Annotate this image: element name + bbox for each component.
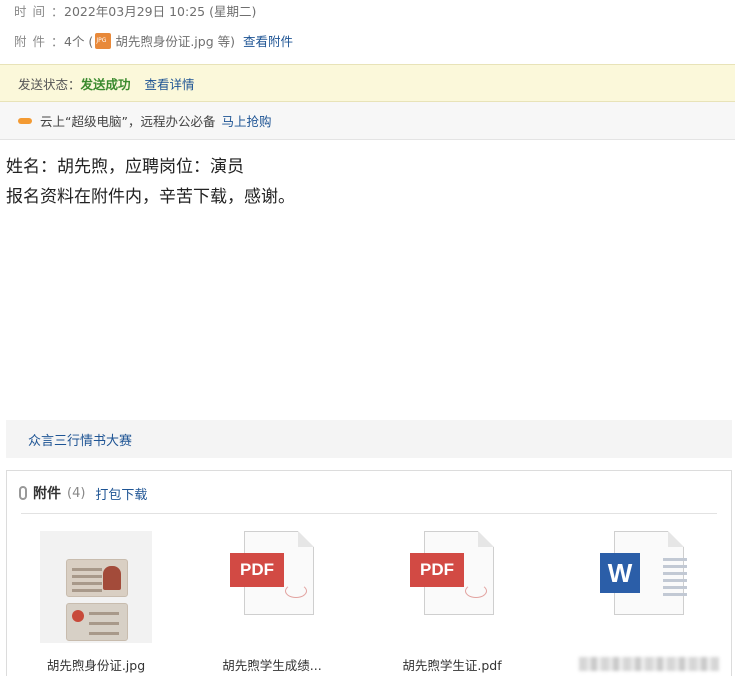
download-all-link[interactable]: 打包下载: [95, 484, 147, 503]
promo-icon: [18, 117, 32, 124]
pdf-icon[interactable]: PDF: [410, 531, 494, 615]
time-row: 时间： 2022年03月29日 10:25 (星期二): [14, 1, 256, 20]
pdf-swoosh: [285, 584, 307, 598]
word-icon[interactable]: W: [600, 531, 687, 615]
paperclip-icon: [19, 486, 27, 500]
attachment-name[interactable]: 胡先煦学生证.pdf: [377, 655, 527, 674]
attachment-summary-row: 附件： 4个 ( 胡先煦身份证.jpg 等) 查看附件: [14, 31, 293, 50]
attachments-header: 附件 (4) 打包下载: [19, 483, 147, 503]
attachment-first-file: 胡先煦身份证.jpg 等): [115, 34, 235, 49]
attachment-item-id-card[interactable]: 胡先煦身份证.jpg: [21, 531, 171, 673]
attachment-count: 4个 (: [64, 34, 94, 49]
send-status-value: 发送成功: [80, 76, 131, 92]
attachment-item-word-doc[interactable]: W: [567, 531, 719, 671]
id-card-front-image: [66, 559, 128, 597]
send-status-bar: 发送状态： 发送成功 查看详情: [0, 64, 735, 102]
pdf-badge: PDF: [230, 553, 284, 587]
send-status-label: 发送状态：: [18, 76, 81, 92]
id-card-back-image: [66, 603, 128, 641]
signature-bar: 众言三行情书大赛: [6, 420, 732, 458]
view-details-link[interactable]: 查看详情: [145, 74, 195, 93]
id-card-back-text-lines: [89, 612, 119, 615]
id-card-text-lines: [72, 568, 102, 571]
page-fold: [668, 531, 684, 547]
attachment-name[interactable]: 胡先煦身份证.jpg: [21, 655, 171, 674]
pdf-swoosh: [465, 584, 487, 598]
id-card-emblem: [72, 610, 84, 622]
time-value: 2022年03月29日 10:25 (星期二): [64, 4, 257, 19]
page-fold: [298, 531, 314, 547]
promo-buy-link[interactable]: 马上抢购: [221, 111, 271, 130]
attachment-name-blurred[interactable]: [579, 657, 719, 671]
email-meta-header: 时间： 2022年03月29日 10:25 (星期二) 附件： 4个 ( 胡先煦…: [0, 0, 735, 64]
view-attachments-link[interactable]: 查看附件: [243, 31, 293, 50]
word-text-lines: [663, 558, 687, 561]
page-fold: [478, 531, 494, 547]
attachment-label: 附件：: [14, 34, 70, 49]
word-badge: W: [600, 553, 640, 593]
pdf-icon[interactable]: PDF: [230, 531, 314, 615]
pdf-badge: PDF: [410, 553, 464, 587]
jpg-file-icon: [95, 32, 112, 49]
image-thumbnail-icon[interactable]: [40, 531, 152, 643]
attachment-item-grades-pdf[interactable]: PDF 胡先煦学生成绩...: [197, 531, 347, 673]
attachment-item-student-id-pdf[interactable]: PDF 胡先煦学生证.pdf: [377, 531, 527, 673]
promo-text: 云上“超级电脑”，远程办公必备: [40, 114, 216, 129]
attachments-count: (4): [67, 485, 86, 501]
promo-banner: 云上“超级电脑”，远程办公必备 马上抢购: [0, 102, 735, 140]
attachments-title: 附件: [33, 486, 61, 502]
email-body: 姓名：胡先煦，应聘岗位：演员 报名资料在附件内，辛苦下载，感谢。: [6, 152, 295, 212]
attachments-panel: 附件 (4) 打包下载 胡先煦身份证.jpg PDF 胡先煦学生成绩... PD…: [6, 470, 732, 676]
body-line-2: 报名资料在附件内，辛苦下载，感谢。: [6, 187, 295, 207]
attachment-name[interactable]: 胡先煦学生成绩...: [197, 655, 347, 674]
time-label: 时间：: [14, 4, 70, 19]
id-card-photo: [103, 566, 121, 590]
signature-link[interactable]: 众言三行情书大赛: [28, 430, 132, 449]
body-line-1: 姓名：胡先煦，应聘岗位：演员: [6, 157, 244, 177]
attachments-divider: [21, 513, 717, 514]
